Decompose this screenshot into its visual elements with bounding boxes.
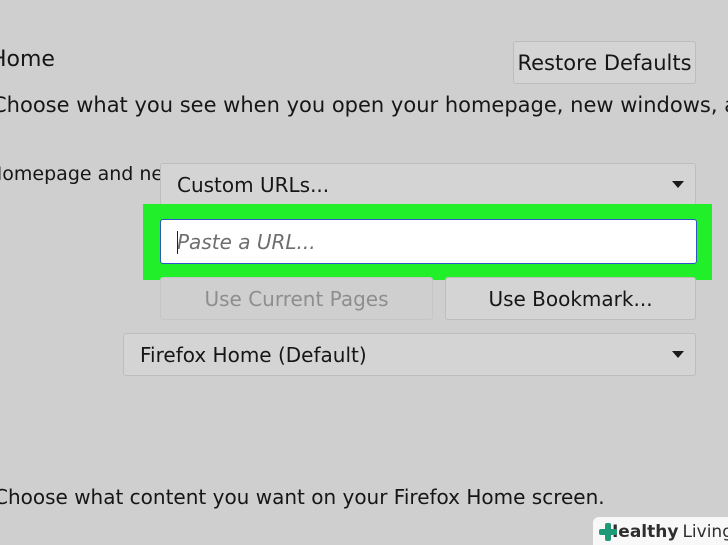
chevron-down-icon: [672, 180, 684, 188]
homepage-mode-value: Custom URLs...: [177, 172, 330, 197]
medical-cross-icon: [599, 523, 618, 541]
use-current-pages-button[interactable]: Use Current Pages: [160, 277, 433, 320]
preferences-panel: Home Restore Defaults Choose what you se…: [0, 0, 728, 545]
watermark: Healthy Living: [593, 517, 728, 545]
new-tabs-value: Firefox Home (Default): [140, 342, 367, 367]
use-bookmark-button[interactable]: Use Bookmark...: [445, 277, 696, 320]
section-description: Choose what you see when you open your h…: [0, 93, 728, 117]
text-caret: [177, 231, 178, 254]
homepage-mode-select[interactable]: Custom URLs...: [160, 163, 696, 206]
watermark-brand-b: Living: [682, 522, 728, 542]
new-tabs-select[interactable]: Firefox Home (Default): [123, 333, 696, 376]
restore-defaults-button[interactable]: Restore Defaults: [513, 41, 696, 84]
chevron-down-icon: [672, 350, 684, 358]
firefox-home-description: Choose what content you want on your Fir…: [0, 485, 605, 509]
url-input[interactable]: [160, 219, 697, 264]
section-title: Home: [0, 47, 55, 72]
